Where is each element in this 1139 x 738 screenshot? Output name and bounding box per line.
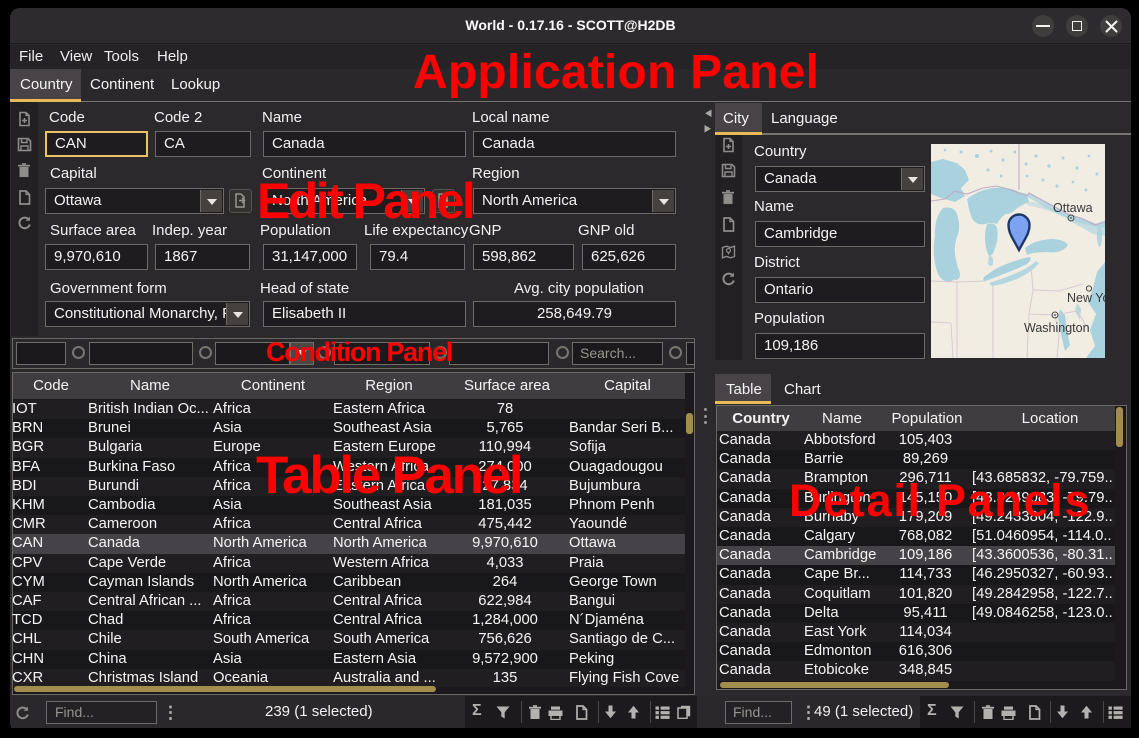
svg-text:Washington: Washington [1024,321,1090,335]
svg-text:Ottawa: Ottawa [1053,201,1093,215]
svg-text:New Yo: New Yo [1067,291,1105,305]
